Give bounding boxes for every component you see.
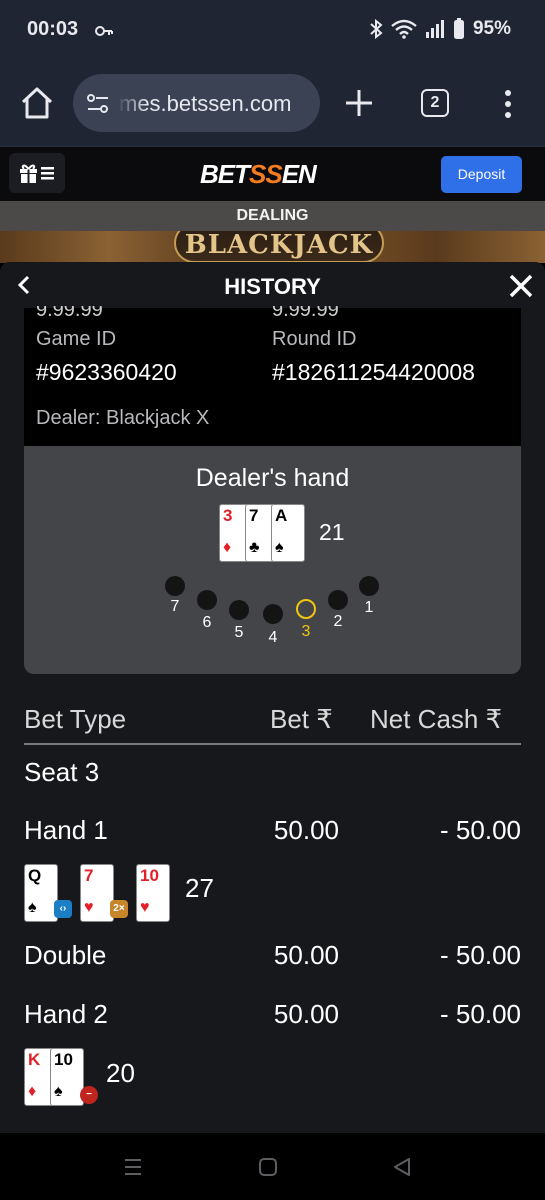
seat-marker [263,604,283,624]
more-menu-icon[interactable] [502,89,514,119]
battery-level: 95% [472,18,511,39]
seat-number: 1 [364,599,374,616]
seat-number: 6 [202,614,212,631]
round-info-card: 9.99.99 9.99.99 Game ID #9623360420 Roun… [24,306,521,446]
system-nav-bar [0,1133,545,1200]
status-time: 00:03 [27,18,79,40]
bet-row-net: - 50.00 [440,999,521,1029]
bet-row-type: Hand 2 [24,999,108,1029]
seat-marker [359,576,379,596]
split-badge-icon: ‹› [54,900,72,918]
bluetooth-icon [370,19,383,39]
address-bar[interactable]: mes.betssen.com [73,74,320,132]
browser-toolbar: mes.betssen.com 2 [0,60,545,146]
playing-card: Q ♠ [24,864,58,922]
seat-number: 2 [333,613,343,630]
betssen-logo[interactable]: BETSSEN [200,159,317,190]
battery-icon [453,18,464,39]
card-suit: ♣ [249,539,260,556]
dealer-cards: 3 ♦ 7 ♣ A ♠ [219,504,313,564]
tab-switcher-button[interactable]: 2 [421,89,449,117]
close-icon[interactable] [507,274,535,298]
playing-card: 10 ♥ [136,864,170,922]
history-title: HISTORY [224,274,321,299]
seat-number: 5 [234,624,244,641]
seat-number: 4 [268,629,278,646]
bet-row-net: - 50.00 [440,815,521,845]
home-nav-icon[interactable] [258,1157,278,1177]
card-rank: 7 [84,866,94,885]
dealer-total: 21 [319,519,345,545]
seat-label: Seat 3 [24,757,100,787]
site-header: BETSSEN Deposit [0,146,545,201]
bet-row-amount: 50.00 [273,940,339,970]
header-divider [24,743,521,745]
double-badge-icon: 2× [110,900,128,918]
back-nav-icon[interactable] [392,1157,412,1177]
playing-card: 10 ♠ [50,1048,84,1106]
key-icon [95,26,113,36]
site-settings-icon[interactable] [87,94,109,114]
clipped-value: 9.99.99 [36,306,103,316]
card-rank: 7 [249,506,259,525]
round-id-value: #182611254420008 [272,359,475,385]
minus-badge-icon: − [80,1086,98,1104]
new-tab-icon[interactable] [344,88,374,118]
game-status-bar: DEALING [0,201,545,231]
history-panel: HISTORY 9.99.99 9.99.99 Game ID #9623360… [0,262,545,1133]
game-id-value: #9623360420 [36,359,177,385]
card-rank: 10 [54,1050,73,1069]
seat-number: 3 [301,623,311,640]
history-header: HISTORY [0,262,545,308]
home-icon[interactable] [20,86,54,120]
recent-apps-icon[interactable] [123,1157,143,1177]
card-rank: Q [28,866,42,885]
playing-card: A ♠ [271,504,305,562]
bet-type-header: Bet Type [24,704,127,734]
game-id-label: Game ID [36,328,117,350]
seat-marker [197,590,217,610]
bet-header: Bet ₹ [270,704,333,734]
bet-row-type: Hand 1 [24,815,108,845]
bet-row-type: Double [24,940,107,970]
dealer-hand-title: Dealer's hand [195,464,350,492]
net-cash-header: Net Cash ₹ [370,704,503,734]
card-suit: ♦ [28,1083,37,1100]
seat-marker [328,590,348,610]
deposit-button[interactable]: Deposit [441,156,522,193]
gift-icon [20,164,54,183]
bet-row-amount: 50.00 [273,815,339,845]
game-title: BLACKJACK [174,231,384,263]
signal-icon [425,20,444,38]
clipped-value: 9.99.99 [272,306,339,316]
card-suit: ♠ [275,539,284,556]
dealer-name: Dealer: Blackjack X [36,407,210,429]
hand1-cards: Q ♠ 7 ♥ 10 ♥ ‹› 2× [24,864,184,922]
card-suit: ♥ [140,899,150,916]
card-suit: ♥ [84,899,94,916]
card-rank: A [275,506,288,525]
card-suit: ♠ [28,899,37,916]
bet-row-amount: 50.00 [273,999,339,1029]
card-rank: 3 [223,506,233,525]
seat-number: 7 [170,598,180,615]
card-suit: ♠ [54,1083,63,1100]
round-id-label: Round ID [272,328,357,350]
card-rank: 10 [140,866,159,885]
hand2-total: 20 [106,1058,135,1088]
playing-card: 7 ♥ [80,864,114,922]
card-suit: ♦ [223,539,232,556]
seat-marker [296,599,316,619]
dealer-hand-card: Dealer's hand 3 ♦ 7 ♣ A ♠ 21 7654321 [24,446,521,674]
seat-marker [229,600,249,620]
hand1-total: 27 [185,873,214,903]
card-rank: K [28,1050,41,1069]
seat-marker [165,576,185,596]
game-banner: BLACKJACK [0,231,545,263]
bet-row-net: - 50.00 [440,940,521,970]
wifi-icon [391,19,417,39]
status-bar: 00:03 95% [0,0,545,60]
promotions-menu-button[interactable] [9,153,65,193]
